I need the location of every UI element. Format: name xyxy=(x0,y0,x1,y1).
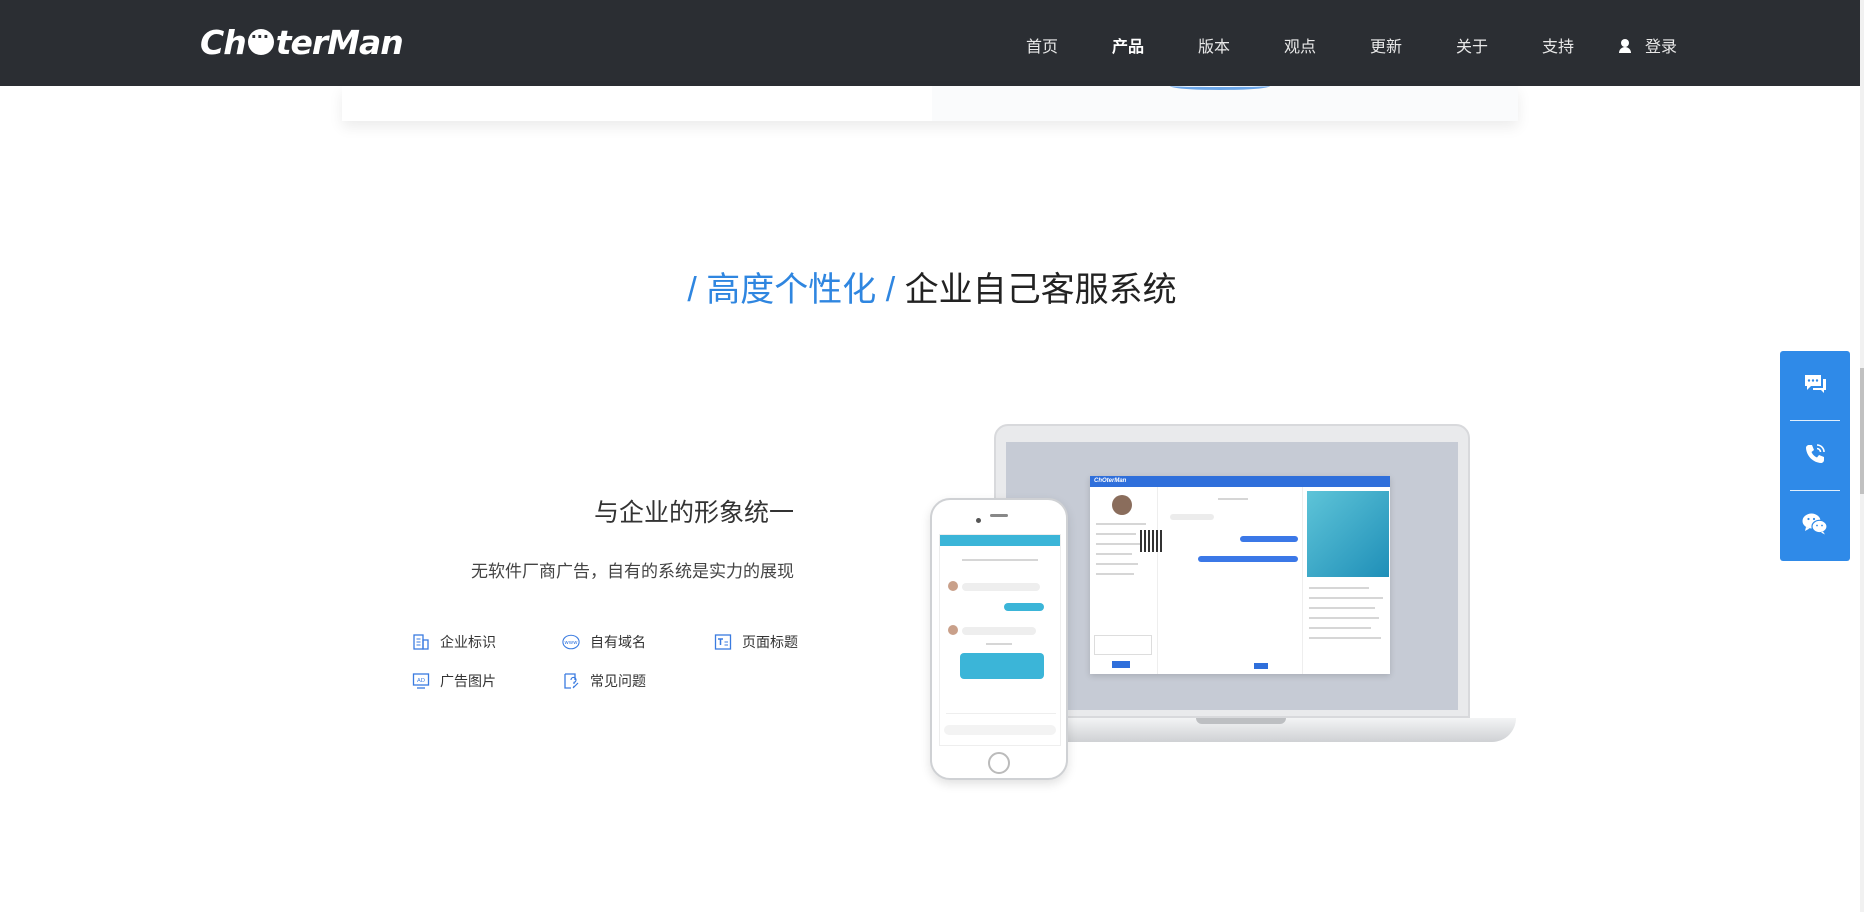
floating-contact-bar xyxy=(1780,351,1850,561)
login-link[interactable]: 登录 xyxy=(1618,33,1677,57)
feature-item: 企业标识 xyxy=(412,632,496,652)
chat-bubble-logo-icon xyxy=(247,27,274,55)
heading-accent: 高度个性化 xyxy=(706,271,877,309)
nav-support[interactable]: 支持 xyxy=(1542,33,1574,57)
phone-screen xyxy=(939,534,1061,746)
chatterman-logo[interactable]: ChterMan xyxy=(200,22,404,62)
wechat-icon xyxy=(1801,512,1829,541)
feature-item: 常见问题 xyxy=(562,671,646,691)
chat-window-preview: ChOterMan xyxy=(1090,476,1390,674)
building-icon xyxy=(412,633,430,651)
online-chat-button[interactable] xyxy=(1780,351,1850,421)
faq-icon xyxy=(562,672,580,690)
section-heading: / 高度个性化 / 企业自己客服系统 xyxy=(0,262,1864,311)
feature-label: 自有域名 xyxy=(590,634,646,650)
nav-edition[interactable]: 版本 xyxy=(1198,33,1230,57)
nav-product[interactable]: 产品 xyxy=(1112,33,1144,57)
nav-viewpoint[interactable]: 观点 xyxy=(1284,33,1316,57)
phone-icon xyxy=(1803,442,1827,471)
feature-label: 常见问题 xyxy=(590,673,646,689)
wechat-contact-button[interactable] xyxy=(1780,491,1850,561)
laptop-screen: ChOterMan xyxy=(1006,442,1458,710)
heading-slash: / xyxy=(885,271,896,309)
user-icon xyxy=(1618,39,1632,53)
feature-label: 企业标识 xyxy=(440,634,496,650)
phone-contact-button[interactable] xyxy=(1780,421,1850,491)
www-icon: www xyxy=(562,633,580,651)
feature-title: 与企业的形象统一 xyxy=(593,499,794,527)
previous-section-card xyxy=(342,86,1518,121)
scrollbar-thumb[interactable] xyxy=(1860,368,1864,494)
page-scrollbar[interactable] xyxy=(1860,0,1864,912)
page-title-icon xyxy=(714,633,732,651)
svg-text:AD: AD xyxy=(417,678,425,684)
top-navbar: ChterMan 首页 产品 版本 观点 更新 关于 支持 登录 xyxy=(0,0,1860,86)
feature-item: 页面标题 xyxy=(714,632,798,652)
feature-label: 广告图片 xyxy=(440,673,496,689)
ad-image-icon: AD xyxy=(412,672,430,690)
feature-item: AD 广告图片 xyxy=(412,671,496,691)
nav-about[interactable]: 关于 xyxy=(1456,33,1488,57)
heading-slash: / xyxy=(687,271,697,309)
nav-updates[interactable]: 更新 xyxy=(1370,33,1402,57)
heading-main: 企业自己客服系统 xyxy=(904,271,1177,309)
feature-label: 页面标题 xyxy=(742,634,798,650)
phone-mockup-image xyxy=(930,498,1068,780)
svg-text:www: www xyxy=(564,640,578,646)
chat-bubble-icon xyxy=(1802,372,1828,401)
nav-home[interactable]: 首页 xyxy=(1026,33,1058,57)
feature-item: www 自有域名 xyxy=(562,632,646,652)
feature-description: 无软件厂商广告，自有的系统是实力的展现 xyxy=(471,562,794,581)
feature-list: 企业标识 www 自有域名 页面标题 AD 广告图片 常见问题 xyxy=(412,628,798,708)
login-label: 登录 xyxy=(1645,39,1678,56)
